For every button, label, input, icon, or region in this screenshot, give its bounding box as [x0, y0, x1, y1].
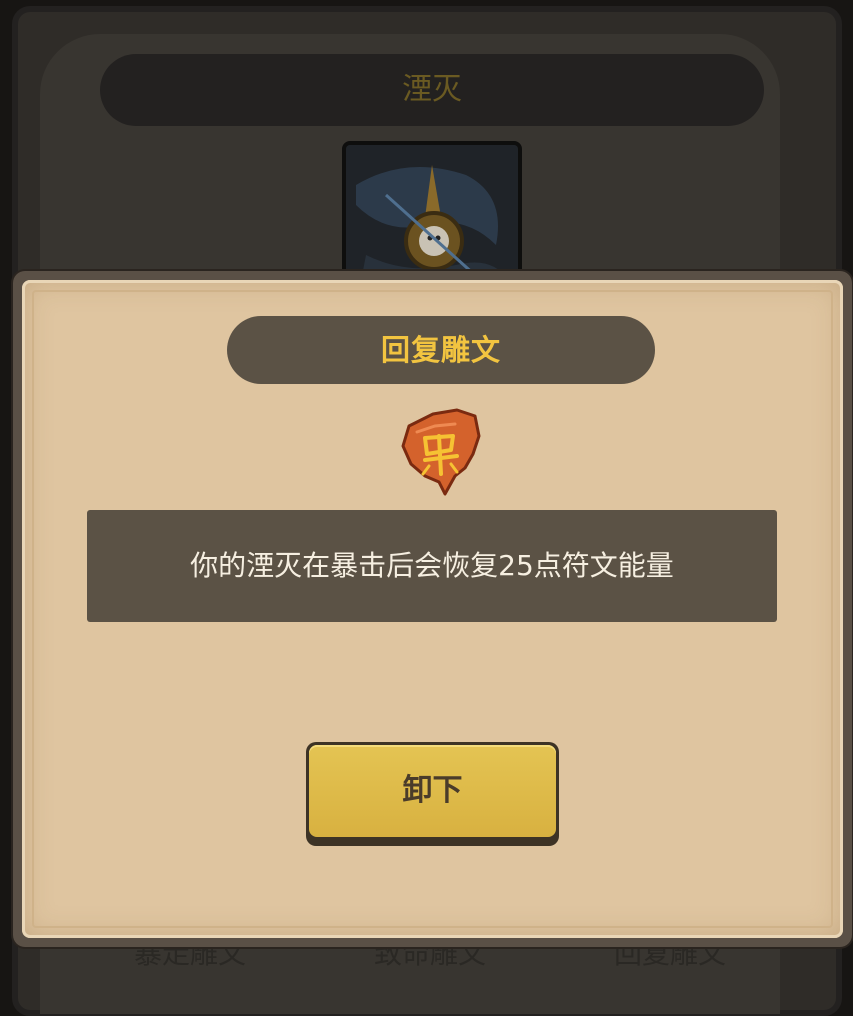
- glyph-description: 你的湮灭在暴击后会恢复25点符文能量: [190, 549, 674, 582]
- unequip-button-label: 卸下: [402, 773, 463, 808]
- glyph-description-box: 你的湮灭在暴击后会恢复25点符文能量: [87, 510, 777, 622]
- dialog-title: 回复雕文: [380, 333, 501, 367]
- background-weapon-title: 湮灭: [402, 72, 462, 107]
- unequip-button[interactable]: 卸下: [306, 742, 559, 846]
- dialog-parchment: 回复雕文 你的湮灭在暴击后会恢复25点符文能量 卸下: [22, 280, 843, 938]
- glyph-detail-dialog: 回复雕文 你的湮灭在暴击后会恢复25点符文能量 卸下: [13, 271, 852, 947]
- dialog-title-banner: 回复雕文: [227, 316, 655, 384]
- unequip-button-face[interactable]: 卸下: [309, 745, 556, 837]
- rune-glyph-icon: [401, 408, 481, 496]
